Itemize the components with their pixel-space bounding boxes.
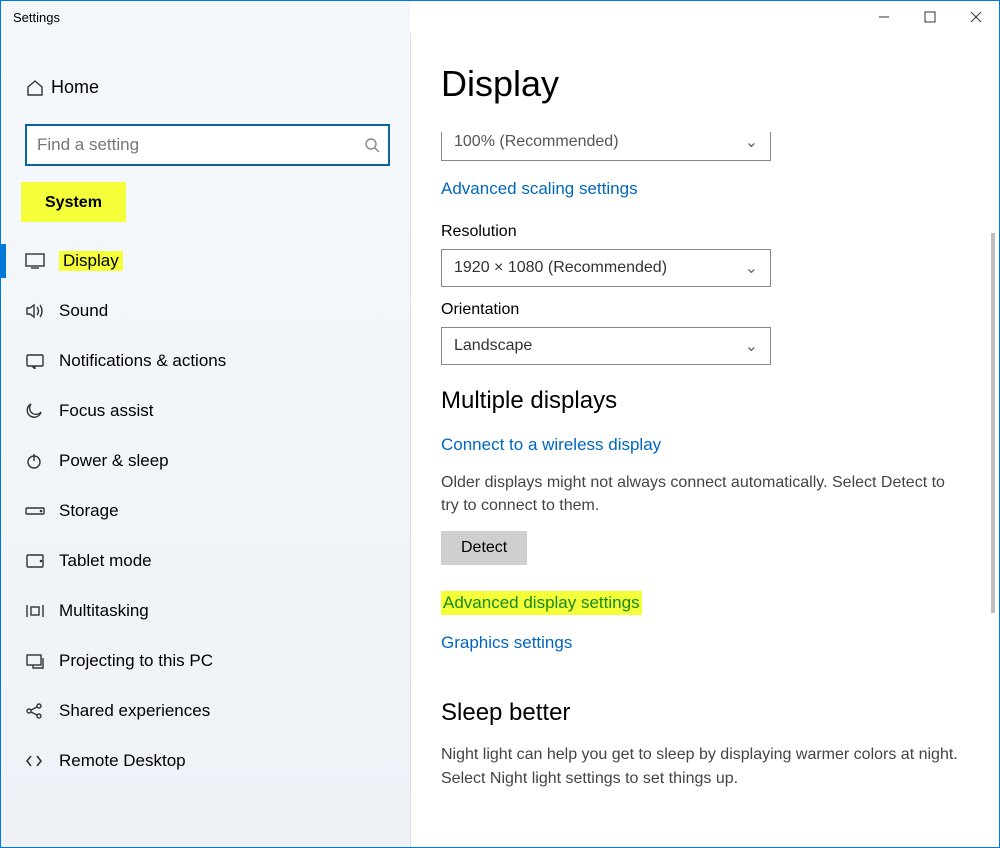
nav-home[interactable]: Home [1, 69, 410, 106]
home-icon [25, 78, 51, 98]
nav-item-label: Multitasking [59, 601, 149, 621]
orientation-label: Orientation [441, 301, 959, 319]
scrollbar[interactable] [991, 233, 995, 613]
resolution-value: 1920 × 1080 (Recommended) [454, 259, 667, 277]
nav-item-label: Display [59, 251, 123, 271]
display-icon [25, 253, 59, 269]
window-buttons [861, 1, 999, 33]
page-title: Display [441, 63, 959, 105]
sleep-better-heading: Sleep better [441, 699, 959, 727]
advanced-display-link[interactable]: Advanced display settings [441, 591, 642, 615]
nav-item-label: Tablet mode [59, 551, 152, 571]
minimize-button[interactable] [861, 1, 907, 33]
multitasking-icon [25, 603, 59, 619]
main-panel: Display 100% (Recommended) ⌄ Advanced sc… [411, 33, 999, 847]
nav-item-remote-desktop[interactable]: Remote Desktop [1, 736, 410, 786]
search-input[interactable] [25, 124, 390, 166]
section-label-system: System [21, 182, 126, 222]
nav-item-shared-experiences[interactable]: Shared experiences [1, 686, 410, 736]
resolution-label: Resolution [441, 223, 959, 241]
multiple-displays-heading: Multiple displays [441, 387, 959, 415]
close-button[interactable] [953, 1, 999, 33]
scale-dropdown[interactable]: 100% (Recommended) ⌄ [441, 123, 771, 161]
nav-item-tablet-mode[interactable]: Tablet mode [1, 536, 410, 586]
shared-icon [25, 702, 59, 720]
search-field[interactable] [25, 124, 390, 166]
advanced-scaling-link[interactable]: Advanced scaling settings [441, 179, 638, 199]
nav-item-storage[interactable]: Storage [1, 486, 410, 536]
nav-item-focus-assist[interactable]: Focus assist [1, 386, 410, 436]
power-icon [25, 452, 59, 470]
sidebar: Home System Display Sound Notifications … [1, 33, 411, 847]
tablet-icon [25, 553, 59, 569]
orientation-value: Landscape [454, 337, 532, 355]
title-bar: Settings [1, 1, 999, 33]
maximize-button[interactable] [907, 1, 953, 33]
projecting-icon [25, 653, 59, 669]
nav-item-label: Notifications & actions [59, 351, 226, 371]
sleep-text: Night light can help you get to sleep by… [441, 743, 959, 789]
nav-item-label: Focus assist [59, 401, 153, 421]
nav-item-label: Sound [59, 301, 108, 321]
scale-value: 100% (Recommended) [454, 133, 619, 151]
focus-assist-icon [25, 402, 59, 420]
chevron-down-icon: ⌄ [745, 336, 758, 356]
window-title: Settings [1, 10, 861, 25]
nav-item-sound[interactable]: Sound [1, 286, 410, 336]
wireless-display-link[interactable]: Connect to a wireless display [441, 435, 661, 455]
chevron-down-icon: ⌄ [745, 132, 758, 152]
nav-item-projecting[interactable]: Projecting to this PC [1, 636, 410, 686]
notifications-icon [25, 353, 59, 369]
nav-item-display[interactable]: Display [1, 236, 410, 286]
remote-desktop-icon [25, 754, 59, 768]
nav-item-label: Projecting to this PC [59, 651, 213, 671]
nav-item-label: Shared experiences [59, 701, 210, 721]
resolution-dropdown[interactable]: 1920 × 1080 (Recommended) ⌄ [441, 249, 771, 287]
sound-icon [25, 303, 59, 319]
nav-list: Display Sound Notifications & actions Fo… [1, 222, 410, 786]
orientation-dropdown[interactable]: Landscape ⌄ [441, 327, 771, 365]
detect-button[interactable]: Detect [441, 531, 527, 565]
storage-icon [25, 505, 59, 517]
nav-item-notifications[interactable]: Notifications & actions [1, 336, 410, 386]
nav-item-label: Power & sleep [59, 451, 169, 471]
graphics-settings-link[interactable]: Graphics settings [441, 633, 572, 653]
nav-item-power-sleep[interactable]: Power & sleep [1, 436, 410, 486]
chevron-down-icon: ⌄ [745, 258, 758, 278]
search-icon [364, 137, 380, 153]
nav-item-multitasking[interactable]: Multitasking [1, 586, 410, 636]
nav-item-label: Remote Desktop [59, 751, 186, 771]
detect-help-text: Older displays might not always connect … [441, 471, 959, 517]
nav-item-label: Storage [59, 501, 119, 521]
nav-home-label: Home [51, 77, 99, 98]
